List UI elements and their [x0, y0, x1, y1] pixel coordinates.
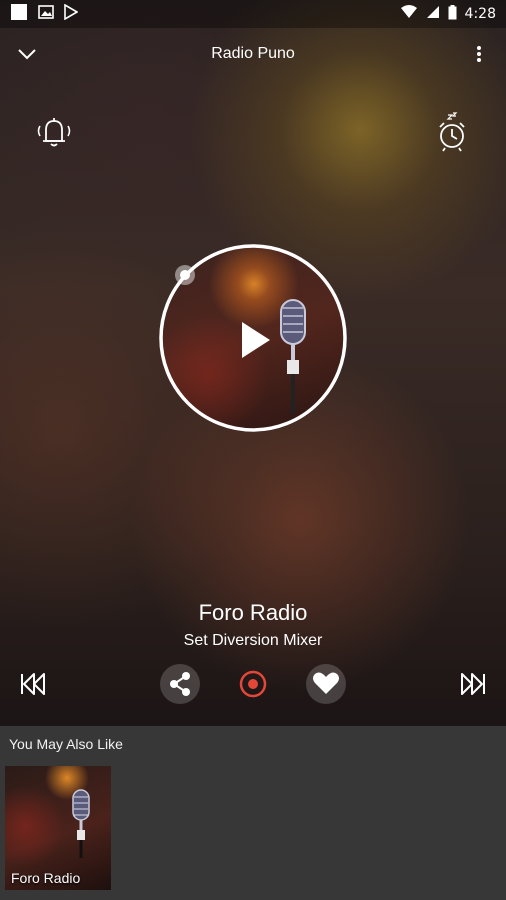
rewind-icon[interactable]: [14, 664, 54, 704]
battery-icon: [448, 4, 457, 24]
bell-icon[interactable]: [33, 112, 75, 154]
share-button[interactable]: [160, 664, 200, 704]
fast-forward-icon[interactable]: [452, 664, 492, 704]
recommendations-section: You May Also Like Foro Radio: [0, 726, 506, 900]
wifi-icon: [400, 5, 418, 23]
status-time: 4:28: [464, 6, 496, 22]
image-notification-icon: [38, 4, 54, 24]
signal-icon: [426, 5, 440, 23]
notification-square-icon: [10, 3, 28, 25]
station-card[interactable]: Foro Radio: [5, 766, 111, 890]
player-header: Radio Puno: [0, 28, 506, 80]
heart-icon: [313, 672, 339, 694]
sleep-timer-icon[interactable]: [431, 112, 473, 154]
status-bar: 4:28: [0, 0, 506, 28]
record-icon: [239, 670, 267, 698]
section-heading: You May Also Like: [9, 736, 123, 752]
record-button[interactable]: [233, 664, 273, 704]
more-vert-icon[interactable]: [466, 41, 492, 67]
station-card-label: Foro Radio: [11, 870, 81, 886]
chevron-down-icon[interactable]: [14, 41, 40, 67]
program-name: Set Diversion Mixer: [183, 632, 323, 649]
share-icon: [170, 672, 190, 696]
favorite-button[interactable]: [306, 664, 346, 704]
page-title: Radio Puno: [211, 45, 295, 62]
play-icon[interactable]: [232, 316, 276, 364]
play-store-icon: [64, 3, 79, 24]
microphone-icon: [72, 789, 90, 858]
station-name: Foro Radio: [198, 600, 308, 625]
